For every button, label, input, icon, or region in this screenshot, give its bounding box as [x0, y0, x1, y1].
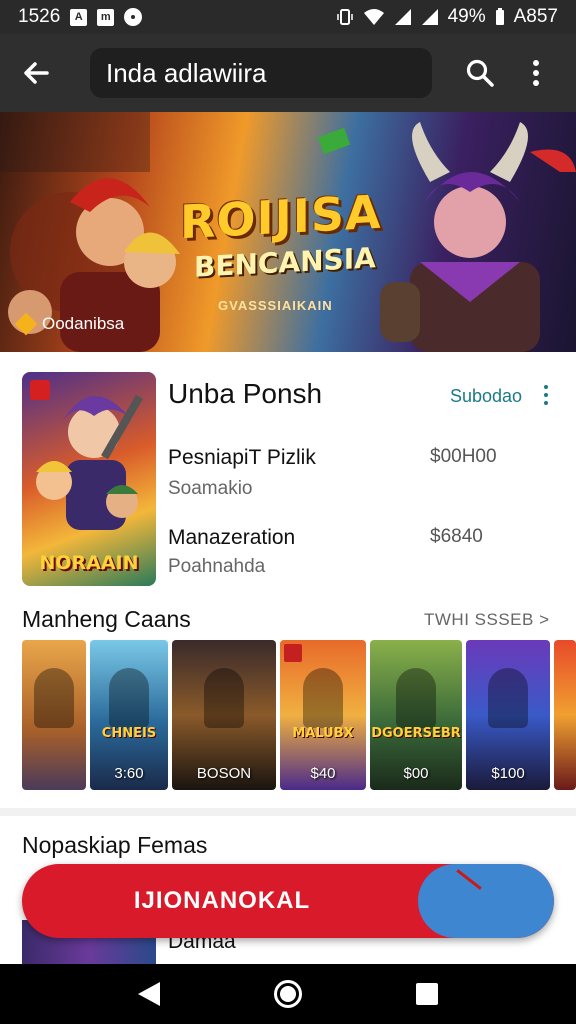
battery-icon	[495, 8, 504, 25]
sale-badge	[284, 644, 302, 662]
tile-artwork	[488, 668, 528, 728]
diamond-icon	[14, 312, 38, 336]
game-tile[interactable]	[22, 640, 86, 790]
subscribe-link[interactable]: Subodao	[450, 386, 522, 407]
hero-badge-label: Oodanibsa	[42, 314, 125, 333]
status-time: 1526	[18, 6, 61, 27]
game-tile[interactable]: MALUBX $40	[280, 640, 366, 790]
item-name[interactable]: PesniapiT Pizlik	[168, 446, 316, 470]
tile-artwork	[303, 668, 343, 728]
status-bar: 1526 A m 49% A857	[0, 0, 576, 34]
hero-badge: Oodanibsa	[14, 312, 125, 336]
item-price[interactable]: $00H00	[430, 446, 497, 468]
overflow-menu-button[interactable]	[514, 47, 558, 99]
see-all-link[interactable]: TWHI SSSEB >	[424, 610, 550, 630]
game-tile[interactable]: $100	[466, 640, 550, 790]
back-button[interactable]	[0, 34, 72, 112]
item-price[interactable]: $6840	[430, 526, 483, 548]
game-tile[interactable]	[554, 640, 576, 790]
app-bar: Inda adlawiira	[0, 34, 576, 112]
notification-icon	[124, 8, 143, 26]
notification-icon: m	[97, 8, 115, 26]
nav-back-icon	[138, 982, 161, 1006]
app-screen: 1526 A m 49% A857 Inda adlawiira ROIJISA…	[0, 0, 576, 1024]
tile-label: BOSON	[196, 765, 252, 782]
game-carousel[interactable]: CHNEIS 3:60 BOSON MALUBX $40 DGOERSEBR $…	[22, 640, 576, 790]
tile-label: $00	[403, 765, 429, 782]
item-name[interactable]: Manazeration	[168, 526, 295, 550]
tile-caption: DGOERSEBR	[371, 726, 461, 741]
wifi-icon	[363, 9, 384, 25]
status-extra: A857	[513, 6, 558, 27]
nav-home-button[interactable]	[263, 969, 313, 1019]
sale-badge	[30, 380, 50, 400]
item-subtitle: Poahnahda	[168, 556, 266, 577]
hero-title: ROIJISA	[180, 184, 382, 250]
section-title: Nopaskiap Femas	[22, 832, 208, 858]
back-arrow-icon	[24, 62, 49, 84]
search-button[interactable]	[454, 47, 506, 99]
featured-title: Unba Ponsh	[168, 378, 323, 409]
section-divider	[0, 808, 576, 816]
tile-label: $40	[310, 765, 336, 782]
section-title: Manheng Caans	[22, 606, 191, 632]
search-icon	[466, 59, 494, 87]
tile-caption: CHNEIS	[101, 726, 157, 741]
search-input[interactable]: Inda adlawiira	[90, 48, 432, 98]
tile-artwork	[396, 668, 436, 728]
cover-title: NORAAIN	[39, 552, 139, 574]
vibrate-icon	[336, 9, 353, 25]
featured-cover[interactable]: NORAAIN	[22, 372, 156, 586]
signal-icon	[421, 9, 438, 25]
search-query: Inda adlawiira	[106, 57, 267, 88]
tile-caption: MALUBX	[292, 726, 354, 741]
nav-recents-icon	[415, 983, 438, 1005]
nav-back-button[interactable]	[124, 969, 174, 1019]
notification-icon: A	[70, 8, 88, 26]
signal-icon	[394, 9, 411, 25]
tile-label: 3:60	[114, 765, 144, 782]
game-tile[interactable]: DGOERSEBR $00	[370, 640, 462, 790]
hero-tagline: GVASSSIAIKAIN	[218, 298, 333, 313]
system-nav-bar	[0, 964, 576, 1024]
slider-knob[interactable]	[418, 864, 554, 938]
primary-action-label: IJIONANOKAL	[133, 887, 311, 914]
featured-item[interactable]: NORAAIN Unba Ponsh Subodao PesniapiT Piz…	[0, 352, 576, 598]
nav-recents-button[interactable]	[402, 969, 452, 1019]
more-vert-icon	[533, 60, 539, 86]
tile-artwork	[204, 668, 244, 728]
primary-action-button[interactable]: IJIONANOKAL	[22, 864, 554, 938]
item-subtitle: Soamakio	[168, 478, 253, 499]
more-vert-icon[interactable]	[538, 382, 554, 408]
nav-home-icon	[273, 980, 302, 1008]
game-tile[interactable]: CHNEIS 3:60	[90, 640, 168, 790]
game-tile[interactable]: BOSON	[172, 640, 276, 790]
tile-artwork	[34, 668, 74, 728]
tile-label: $100	[491, 765, 525, 782]
hero-banner[interactable]: ROIJISA BENCANSIA GVASSSIAIKAIN Oodanibs…	[0, 112, 576, 352]
tile-artwork	[109, 668, 149, 728]
battery-percent: 49%	[447, 6, 486, 27]
